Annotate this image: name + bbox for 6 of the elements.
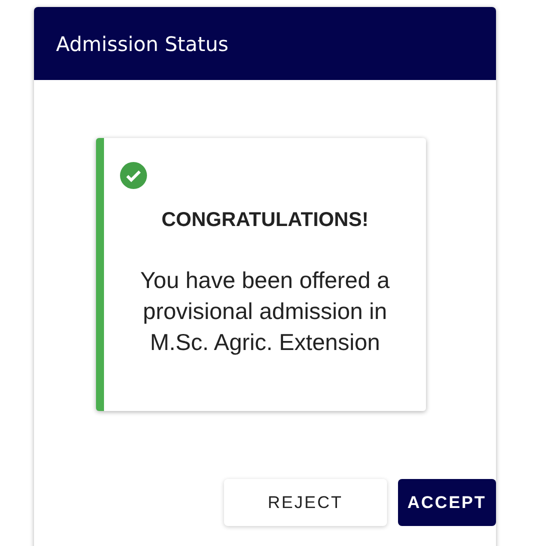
message-text: You have been offered a provisional admission in M.Sc. Agric. Extension [139,266,391,357]
header-title: Admission Status [56,32,228,56]
check-circle-icon [120,162,147,189]
accept-button[interactable]: ACCEPT [398,479,496,526]
reject-button[interactable]: REJECT [224,479,387,526]
message-heading: CONGRATULATIONS! [160,209,370,232]
